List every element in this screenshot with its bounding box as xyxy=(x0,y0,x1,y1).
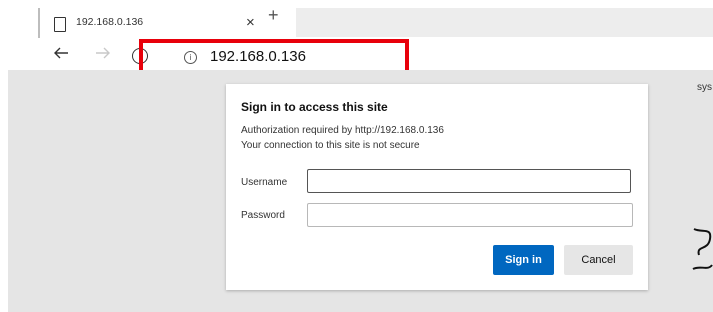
back-arrow-icon[interactable] xyxy=(52,44,70,68)
username-field[interactable] xyxy=(307,169,631,193)
forward-arrow-icon[interactable] xyxy=(94,44,112,68)
tab-title: 192.168.0.136 xyxy=(76,16,144,28)
password-field[interactable] xyxy=(307,203,633,227)
security-warning: Your connection to this site is not secu… xyxy=(241,140,420,151)
page-drawing xyxy=(692,228,713,270)
page-icon xyxy=(54,17,66,32)
dialog-title: Sign in to access this site xyxy=(241,100,388,114)
tab-close-button[interactable]: × xyxy=(246,13,255,33)
cancel-button[interactable]: Cancel xyxy=(564,245,633,275)
authorization-message: Authorization required by http://192.168… xyxy=(241,125,444,136)
browser-tab[interactable]: 192.168.0.136 × xyxy=(38,8,296,38)
page-edge-text: sys xyxy=(697,82,712,93)
sign-in-dialog: Sign in to access this site Authorizatio… xyxy=(226,84,648,290)
username-label: Username xyxy=(241,177,288,188)
password-label: Password xyxy=(241,210,285,221)
sign-in-button[interactable]: Sign in xyxy=(493,245,554,275)
new-tab-button[interactable]: + xyxy=(268,4,279,26)
